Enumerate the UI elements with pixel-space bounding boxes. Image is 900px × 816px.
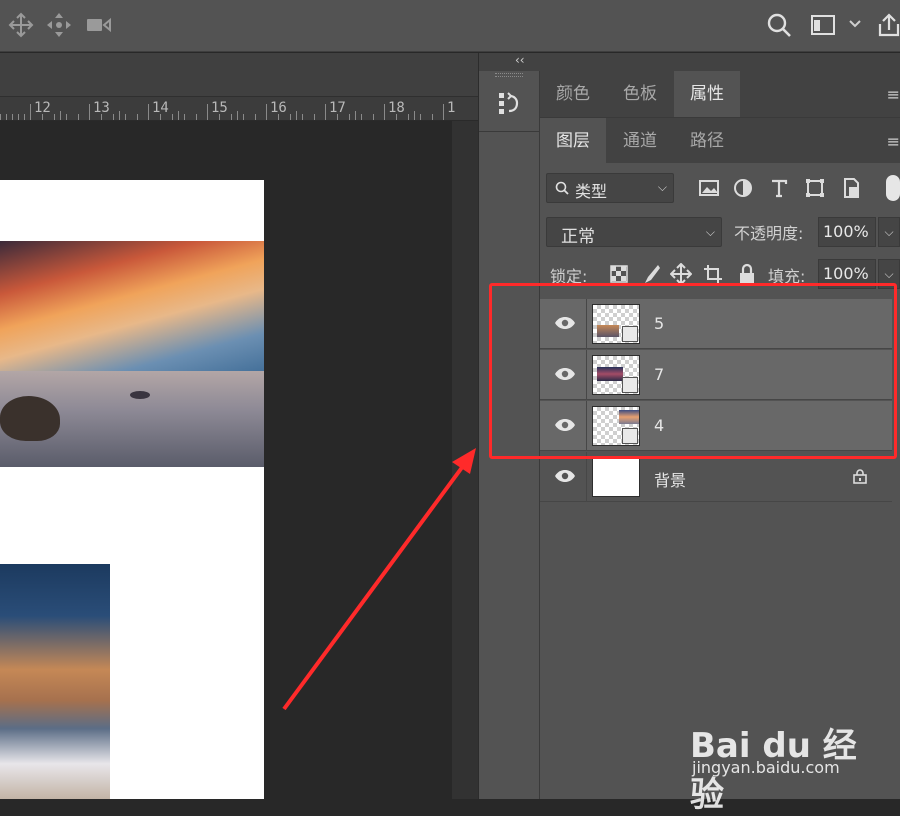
- chevron-down-icon: ⌵: [705, 225, 715, 239]
- fill-value: 100%: [823, 264, 869, 283]
- layer-thumbnail[interactable]: [592, 457, 640, 497]
- annotation-highlight-box: [489, 283, 897, 459]
- tab-channels[interactable]: 通道: [606, 118, 674, 164]
- history-icon[interactable]: [493, 85, 525, 125]
- tab-layers[interactable]: 图层: [540, 118, 606, 164]
- eye-icon[interactable]: [554, 469, 576, 483]
- search-icon: [555, 181, 569, 195]
- panel-menu-icon[interactable]: ≡: [887, 132, 900, 151]
- image-filter-icon[interactable]: [698, 177, 720, 199]
- layer-name[interactable]: 背景: [654, 467, 686, 491]
- layer-row-background[interactable]: 背景: [540, 452, 892, 502]
- chevron-down-icon: ⌵: [657, 180, 667, 194]
- move-3d-icon[interactable]: [8, 12, 34, 38]
- properties-tab-bar: 颜色 色板 属性 ≡: [540, 71, 900, 117]
- lock-artboard-icon[interactable]: [702, 263, 724, 285]
- lock-icon[interactable]: [852, 468, 868, 484]
- opacity-label: 不透明度:: [734, 224, 804, 243]
- lock-image-pixels-icon[interactable]: [640, 263, 662, 285]
- rock-shape: [0, 396, 60, 441]
- filter-toggle[interactable]: [886, 175, 900, 201]
- dock-header: ‹‹: [479, 53, 541, 71]
- collapse-icon[interactable]: ‹‹: [515, 53, 525, 67]
- tab-swatches[interactable]: 色板: [606, 71, 674, 117]
- tab-properties[interactable]: 属性: [674, 71, 740, 117]
- tab-color[interactable]: 颜色: [540, 71, 606, 117]
- vertical-scrollbar[interactable]: [452, 121, 478, 799]
- options-bar: [0, 0, 900, 52]
- mountain-sky-photo[interactable]: [0, 564, 110, 799]
- smart-object-filter-icon[interactable]: [840, 177, 862, 199]
- ruler-number: 1: [447, 100, 456, 116]
- opacity-input[interactable]: 100%: [818, 217, 876, 247]
- type-filter-icon[interactable]: [768, 177, 790, 199]
- opacity-value: 100%: [823, 222, 869, 241]
- workspace-icon[interactable]: [810, 12, 836, 38]
- tab-paths[interactable]: 路径: [674, 118, 740, 164]
- chevron-down-icon[interactable]: [848, 16, 862, 30]
- rock-shape: [130, 391, 150, 399]
- adjustment-filter-icon[interactable]: [732, 177, 754, 199]
- document-tab-strip: [0, 53, 478, 97]
- pan-3d-icon[interactable]: [46, 12, 72, 38]
- opacity-dropdown-button[interactable]: ⌵: [878, 217, 900, 247]
- drag-grip-icon[interactable]: [495, 73, 523, 77]
- blend-mode-label: 正常: [561, 227, 595, 247]
- blend-mode-select[interactable]: 正常 ⌵: [546, 217, 722, 247]
- layers-tab-bar: 图层 通道 路径 ≡: [540, 117, 900, 164]
- divider: [479, 131, 539, 132]
- share-icon[interactable]: [876, 12, 900, 38]
- search-icon[interactable]: [766, 12, 792, 38]
- lock-all-icon[interactable]: [736, 263, 758, 285]
- baidu-jingyan-watermark: Bai du 经验 jingyan.baidu.com: [690, 700, 890, 815]
- lock-position-icon[interactable]: [669, 262, 693, 286]
- panel-header: [540, 53, 900, 71]
- video-camera-icon[interactable]: [86, 12, 112, 38]
- horizontal-ruler: 12 13 14 15 16 17 18 1: [0, 97, 478, 121]
- layer-filter-select[interactable]: 类型 ⌵: [546, 173, 674, 203]
- panel-menu-icon[interactable]: ≡: [887, 85, 900, 104]
- filter-label: 类型: [575, 182, 608, 201]
- shape-filter-icon[interactable]: [804, 177, 826, 199]
- sunset-sea-photo[interactable]: [0, 241, 264, 467]
- lock-transparent-pixels-icon[interactable]: [608, 263, 630, 285]
- watermark-url: jingyan.baidu.com: [692, 758, 840, 777]
